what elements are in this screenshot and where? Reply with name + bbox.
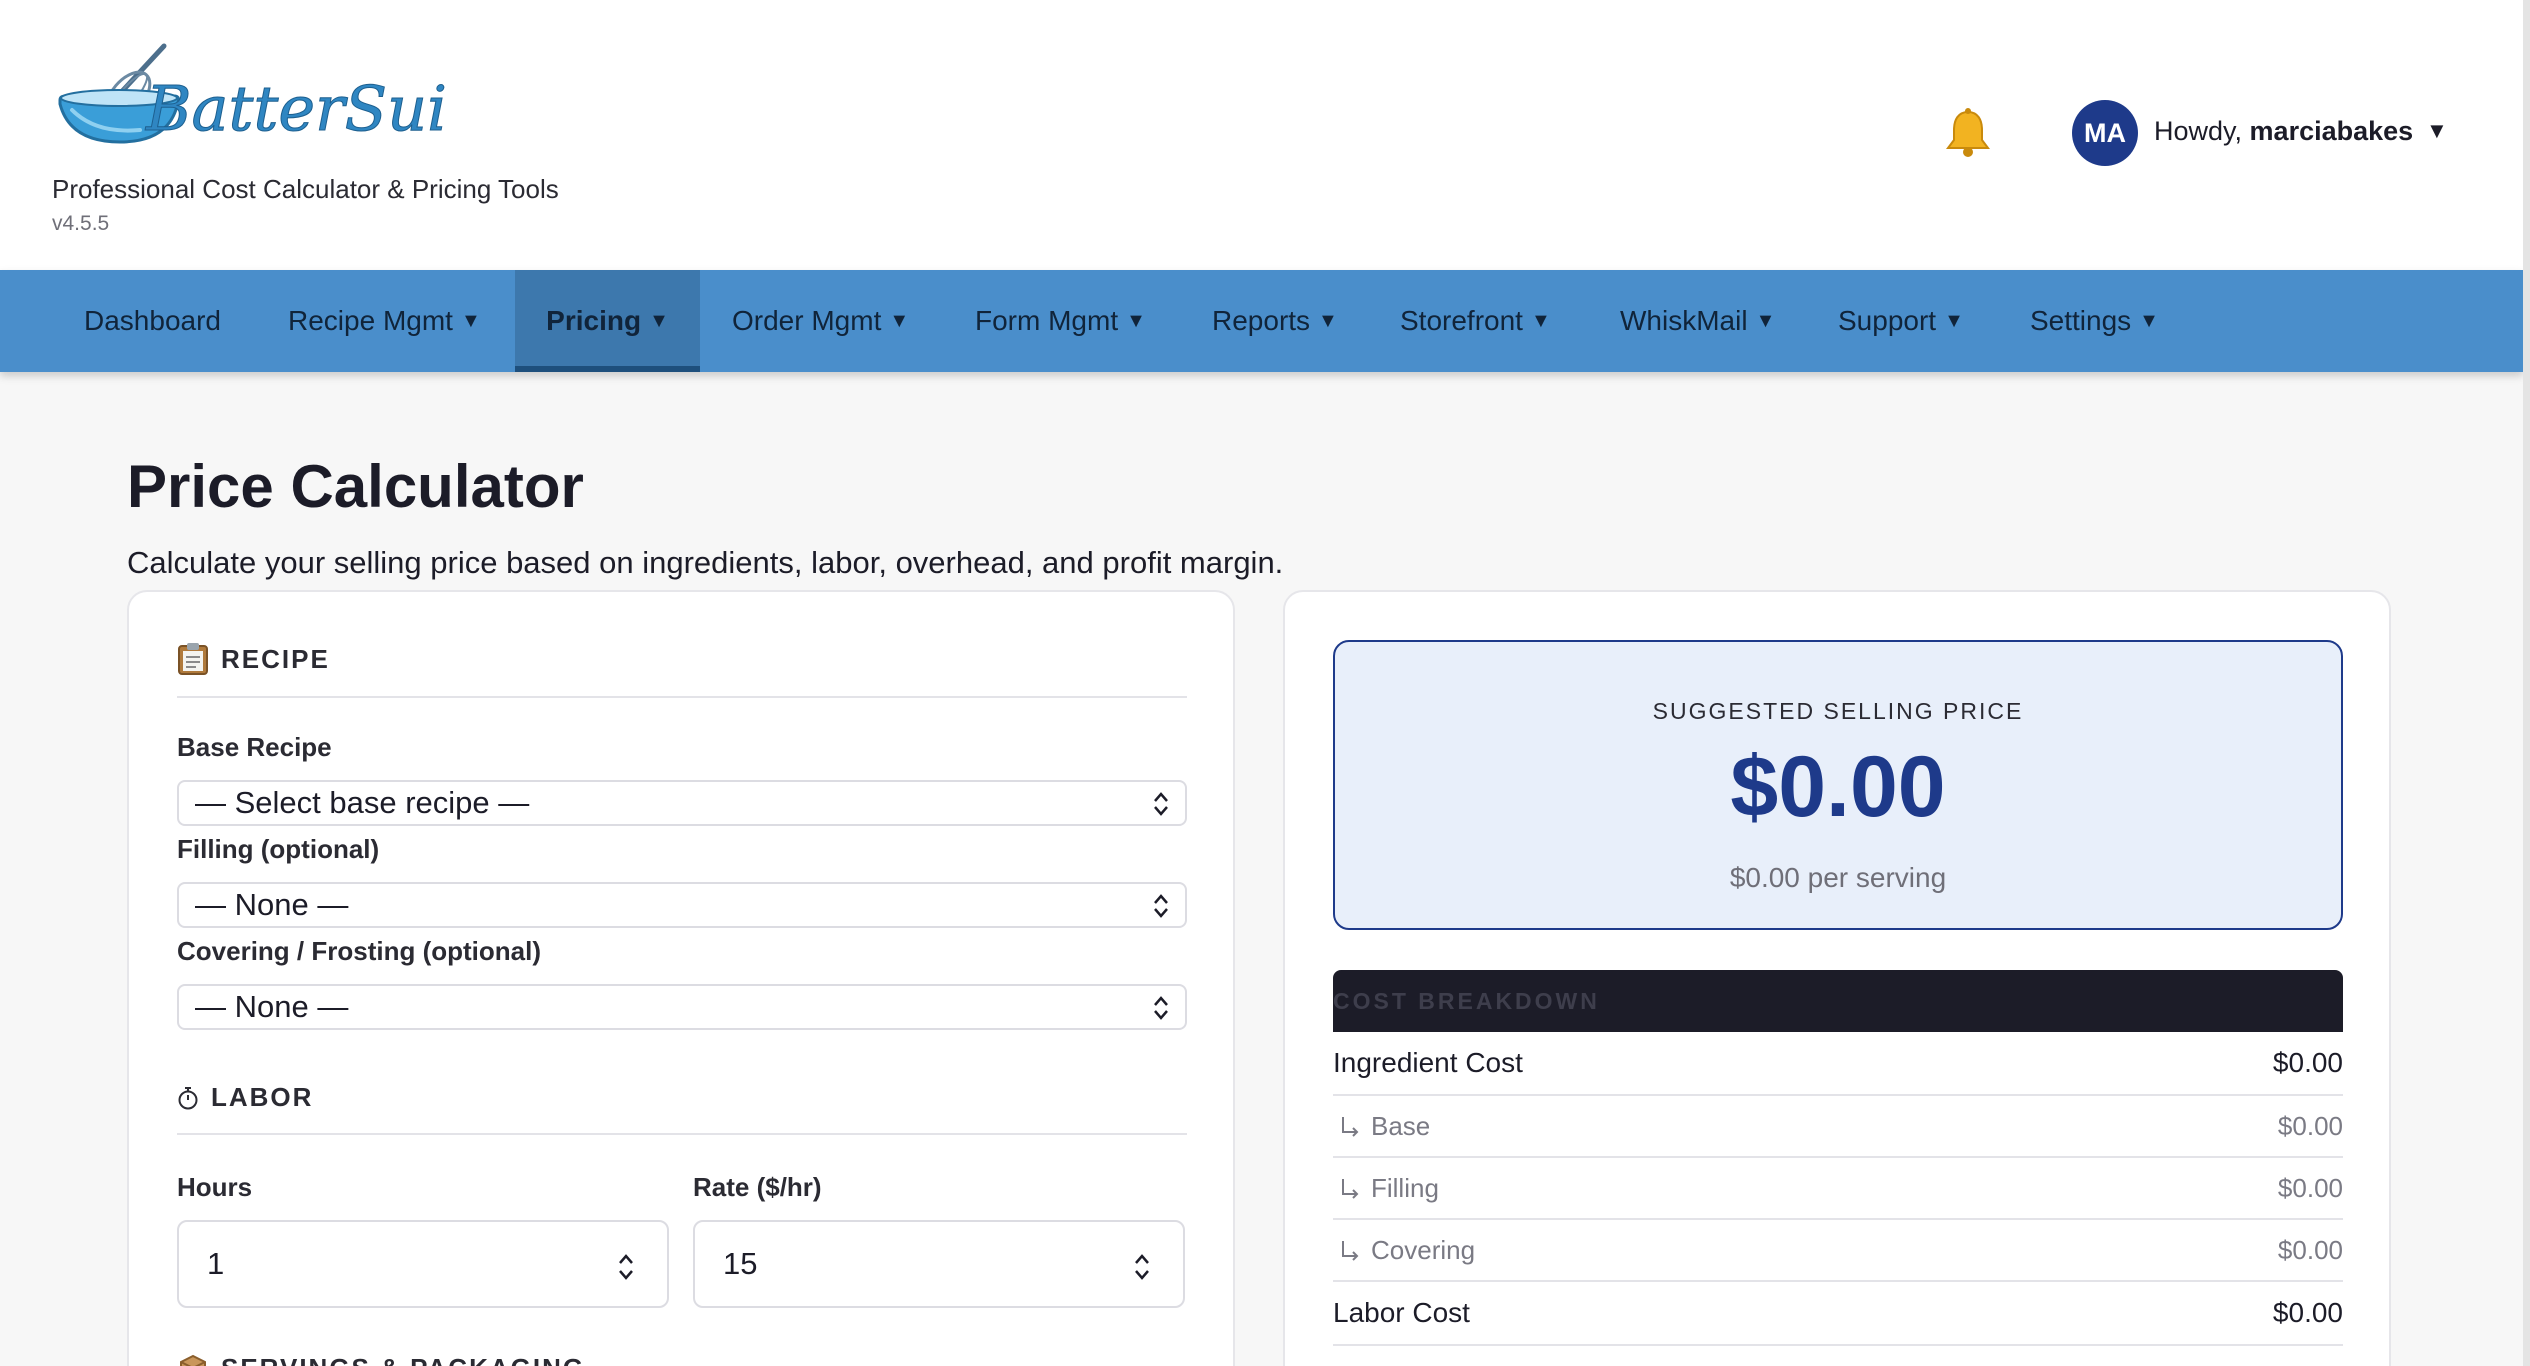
row-label: Covering bbox=[1371, 1234, 1476, 1265]
input-value: 15 bbox=[723, 1246, 758, 1281]
caret-down-icon: ▼ bbox=[889, 309, 910, 332]
nav-pricing[interactable]: Pricing ▼ bbox=[515, 270, 700, 372]
suggested-price-value: $0.00 bbox=[1730, 739, 1946, 835]
row-label: Filling bbox=[1371, 1172, 1439, 1203]
main-nav: Dashboard Recipe Mgmt ▼ Pricing ▼ Order … bbox=[0, 270, 2523, 372]
caret-down-icon: ▼ bbox=[649, 309, 669, 332]
section-title: SERVINGS & PACKAGING bbox=[221, 1353, 585, 1366]
cost-breakdown-heading: COST BREAKDOWN bbox=[1333, 970, 2343, 1032]
base-recipe-select[interactable]: — Select base recipe — bbox=[177, 780, 1187, 826]
row-value: $0.00 bbox=[2272, 1047, 2343, 1078]
section-title: RECIPE bbox=[221, 643, 330, 674]
breakdown-row-ingredient-cost: Ingredient Cost $0.00 bbox=[1333, 1032, 2343, 1096]
suggested-price-label: SUGGESTED SELLING PRICE bbox=[1652, 698, 2024, 724]
user-menu-caret-icon[interactable]: ▼ bbox=[2426, 118, 2448, 144]
select-value: — Select base recipe — bbox=[195, 785, 530, 820]
breakdown-row-base: Base $0.00 bbox=[1333, 1096, 2343, 1158]
hours-label: Hours bbox=[177, 1172, 253, 1202]
branch-arrow-icon bbox=[1342, 1179, 1359, 1199]
calculator-inputs-card: RECIPE Base Recipe — Select base recipe … bbox=[127, 590, 1235, 1366]
app-version: v4.5.5 bbox=[52, 212, 110, 235]
recipe-section-heading: RECIPE bbox=[177, 642, 1187, 698]
hours-input[interactable]: 1 bbox=[177, 1220, 669, 1308]
caret-down-icon: ▼ bbox=[2139, 309, 2159, 332]
nav-label: Storefront bbox=[1400, 305, 1523, 336]
avatar[interactable]: MA bbox=[2072, 100, 2138, 166]
price-per-serving: $0.00 per serving bbox=[1729, 862, 1947, 893]
nav-support[interactable]: Support ▼ bbox=[1838, 270, 1964, 372]
stopwatch-icon bbox=[178, 1086, 198, 1109]
greeting-text: Howdy, bbox=[2154, 116, 2243, 146]
suggested-price-panel: SUGGESTED SELLING PRICE $0.00 $0.00 per … bbox=[1333, 640, 2343, 930]
logo-text: BatterSuite bbox=[145, 72, 446, 145]
nav-form-mgmt[interactable]: Form Mgmt ▼ bbox=[975, 270, 1146, 372]
nav-label: Dashboard bbox=[84, 305, 221, 336]
nav-reports[interactable]: Reports ▼ bbox=[1212, 270, 1338, 372]
results-card: SUGGESTED SELLING PRICE $0.00 $0.00 per … bbox=[1283, 590, 2391, 1366]
nav-label: Recipe Mgmt bbox=[288, 305, 453, 336]
nav-label: Reports bbox=[1212, 305, 1311, 336]
stepper-arrows-icon[interactable] bbox=[1131, 1250, 1153, 1284]
branch-arrow-icon bbox=[1342, 1117, 1359, 1137]
select-arrows-icon bbox=[1154, 996, 1168, 1020]
user-greeting[interactable]: Howdy, marciabakes bbox=[2154, 116, 2413, 147]
nav-storefront[interactable]: Storefront ▼ bbox=[1400, 270, 1551, 372]
select-value: — None — bbox=[195, 887, 349, 922]
nav-dashboard[interactable]: Dashboard bbox=[84, 270, 221, 372]
battersuite-logo[interactable]: BatterSuite bbox=[56, 38, 446, 148]
input-value: 1 bbox=[207, 1246, 225, 1281]
app-header: BatterSuite Professional Cost Calculator… bbox=[0, 0, 2523, 270]
row-label: Ingredient Cost bbox=[1333, 1047, 1523, 1078]
branch-arrow-icon bbox=[1342, 1241, 1359, 1261]
breakdown-row-filling: Filling $0.00 bbox=[1333, 1158, 2343, 1220]
bell-icon[interactable] bbox=[1944, 108, 1992, 158]
app-tagline: Professional Cost Calculator & Pricing T… bbox=[52, 174, 559, 204]
caret-down-icon: ▼ bbox=[1126, 309, 1146, 332]
row-value: $0.00 bbox=[2277, 1234, 2343, 1265]
page-title: Price Calculator bbox=[127, 453, 584, 520]
nav-label: Settings bbox=[2030, 305, 2132, 336]
row-value: $0.00 bbox=[2272, 1297, 2343, 1328]
page-subtitle: Calculate your selling price based on in… bbox=[127, 545, 1284, 580]
caret-down-icon: ▼ bbox=[1318, 309, 1338, 332]
clipboard-icon bbox=[178, 643, 208, 675]
filling-select[interactable]: — None — bbox=[177, 882, 1187, 928]
nav-label: Form Mgmt bbox=[975, 305, 1119, 336]
labor-section-heading: LABOR bbox=[177, 1082, 1187, 1135]
breakdown-row-covering: Covering $0.00 bbox=[1333, 1220, 2343, 1282]
nav-recipe-mgmt[interactable]: Recipe Mgmt ▼ bbox=[288, 270, 481, 372]
row-value: $0.00 bbox=[2277, 1110, 2343, 1141]
nav-whiskmail[interactable]: WhiskMail ▼ bbox=[1620, 270, 1775, 372]
stepper-arrows-icon[interactable] bbox=[615, 1250, 637, 1284]
username: marciabakes bbox=[2249, 116, 2414, 146]
rate-label: Rate ($/hr) bbox=[693, 1172, 822, 1202]
row-value: $0.00 bbox=[2277, 1172, 2343, 1203]
nav-label: WhiskMail bbox=[1620, 305, 1748, 336]
section-title: LABOR bbox=[211, 1082, 314, 1112]
covering-label: Covering / Frosting (optional) bbox=[177, 936, 541, 966]
breakdown-row-labor-cost: Labor Cost $0.00 bbox=[1333, 1282, 2343, 1346]
filling-label: Filling (optional) bbox=[177, 834, 380, 864]
row-label: Labor Cost bbox=[1333, 1297, 1470, 1328]
servings-section-heading: SERVINGS & PACKAGING bbox=[177, 1352, 1187, 1366]
package-icon bbox=[180, 1354, 206, 1366]
select-value: — None — bbox=[195, 989, 349, 1024]
row-label: Base bbox=[1371, 1110, 1431, 1141]
caret-down-icon: ▼ bbox=[1530, 309, 1551, 332]
base-recipe-label: Base Recipe bbox=[177, 732, 332, 762]
caret-down-icon: ▼ bbox=[460, 309, 481, 332]
nav-settings[interactable]: Settings ▼ bbox=[2030, 270, 2159, 372]
nav-label: Support bbox=[1838, 305, 1937, 336]
nav-label: Pricing bbox=[546, 305, 642, 336]
covering-select[interactable]: — None — bbox=[177, 984, 1187, 1030]
nav-order-mgmt[interactable]: Order Mgmt ▼ bbox=[732, 270, 909, 372]
breakdown-title: COST BREAKDOWN bbox=[1333, 987, 1600, 1014]
nav-label: Order Mgmt bbox=[732, 305, 882, 336]
caret-down-icon: ▼ bbox=[1755, 309, 1776, 332]
caret-down-icon: ▼ bbox=[1944, 309, 1964, 332]
rate-input[interactable]: 15 bbox=[693, 1220, 1185, 1308]
select-arrows-icon bbox=[1154, 792, 1168, 816]
scrollbar[interactable] bbox=[2523, 0, 2530, 1366]
select-arrows-icon bbox=[1154, 894, 1168, 918]
